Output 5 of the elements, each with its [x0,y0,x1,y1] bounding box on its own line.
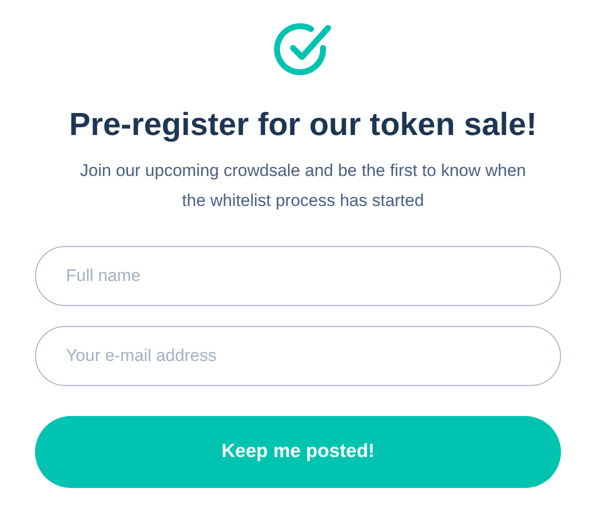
subtitle: Join our upcoming crowdsale and be the first to know when the whitelist process has started [78,160,528,212]
input-field[interactable]: Full name [35,246,561,306]
submit-button[interactable]: Keep me posted! [35,416,561,488]
input-field[interactable]: Your e-mail address [35,326,561,386]
page-title: Pre-register for our token sale! [69,105,537,144]
